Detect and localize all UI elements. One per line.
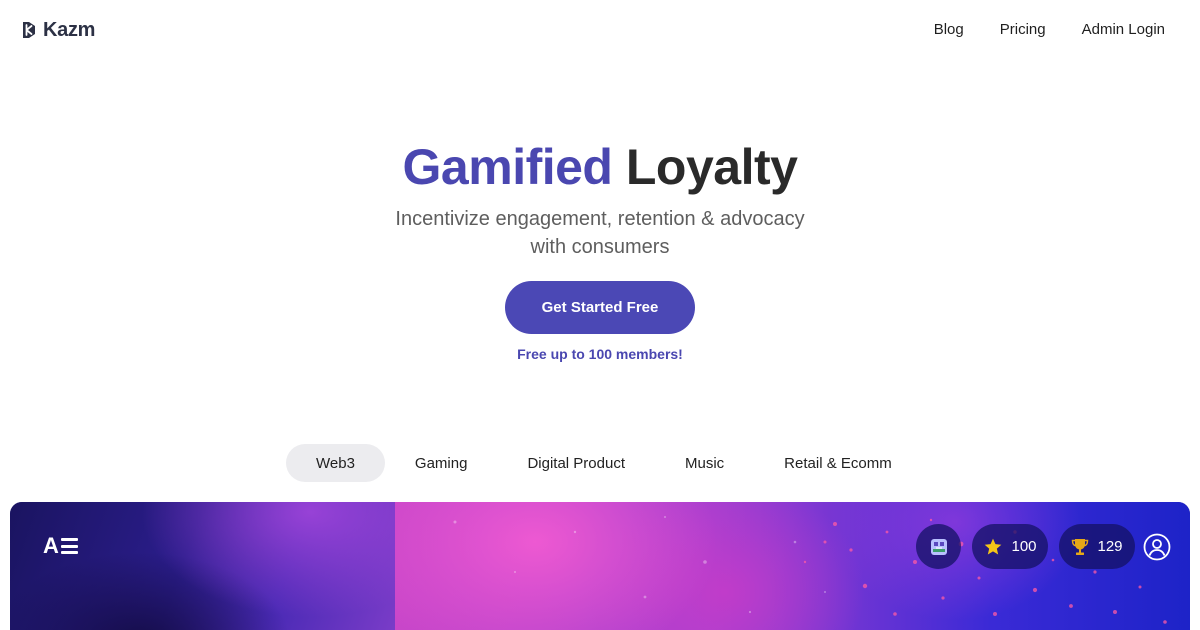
product-preview: A 100 129	[10, 502, 1190, 630]
hero-subtitle-line1: Incentivize engagement, retention & advo…	[395, 208, 805, 230]
hero-title: Gamified Loyalty	[0, 136, 1200, 198]
avatar-chip[interactable]	[916, 524, 961, 569]
preview-left-panel	[10, 502, 395, 630]
hero-subtitle-line2: with consumers	[530, 236, 670, 258]
tab-web3[interactable]: Web3	[286, 444, 385, 482]
trophy-count: 129	[1097, 538, 1123, 555]
free-tier-note: Free up to 100 members!	[517, 346, 683, 362]
kazm-logo[interactable]: Kazm	[20, 19, 95, 41]
brand-name: Kazm	[43, 19, 96, 41]
nav-link-pricing[interactable]: Pricing	[1000, 20, 1046, 40]
profile-icon[interactable]	[1143, 533, 1171, 561]
tab-retail-ecomm[interactable]: Retail & Ecomm	[754, 444, 922, 482]
site-header: Kazm Blog Pricing Admin Login	[0, 0, 1200, 60]
get-started-button[interactable]: Get Started Free	[505, 281, 695, 334]
hero-subtitle: Incentivize engagement, retention & advo…	[360, 205, 840, 261]
nav-link-admin-login[interactable]: Admin Login	[1082, 20, 1165, 40]
star-icon	[985, 538, 1002, 554]
ae-brand-logo: A	[43, 535, 78, 557]
avatar-icon	[930, 538, 947, 555]
ae-brand-logo-text: A	[43, 533, 60, 558]
tab-gaming[interactable]: Gaming	[385, 444, 498, 482]
ae-bars-icon	[60, 538, 78, 554]
tab-music[interactable]: Music	[655, 444, 754, 482]
tab-digital-product[interactable]: Digital Product	[497, 444, 655, 482]
category-tabs: Web3 Gaming Digital Product Music Retail…	[286, 444, 922, 482]
top-nav: Blog Pricing Admin Login	[934, 20, 1165, 40]
stars-chip[interactable]: 100	[972, 524, 1048, 569]
hero-title-rest: Loyalty	[625, 139, 798, 195]
trophy-chip[interactable]: 129	[1059, 524, 1135, 569]
stars-count: 100	[1011, 538, 1037, 555]
hero-title-accent: Gamified	[402, 139, 613, 195]
trophy-icon	[1072, 538, 1089, 555]
nav-link-blog[interactable]: Blog	[934, 20, 964, 40]
kazm-logo-icon	[23, 22, 35, 38]
